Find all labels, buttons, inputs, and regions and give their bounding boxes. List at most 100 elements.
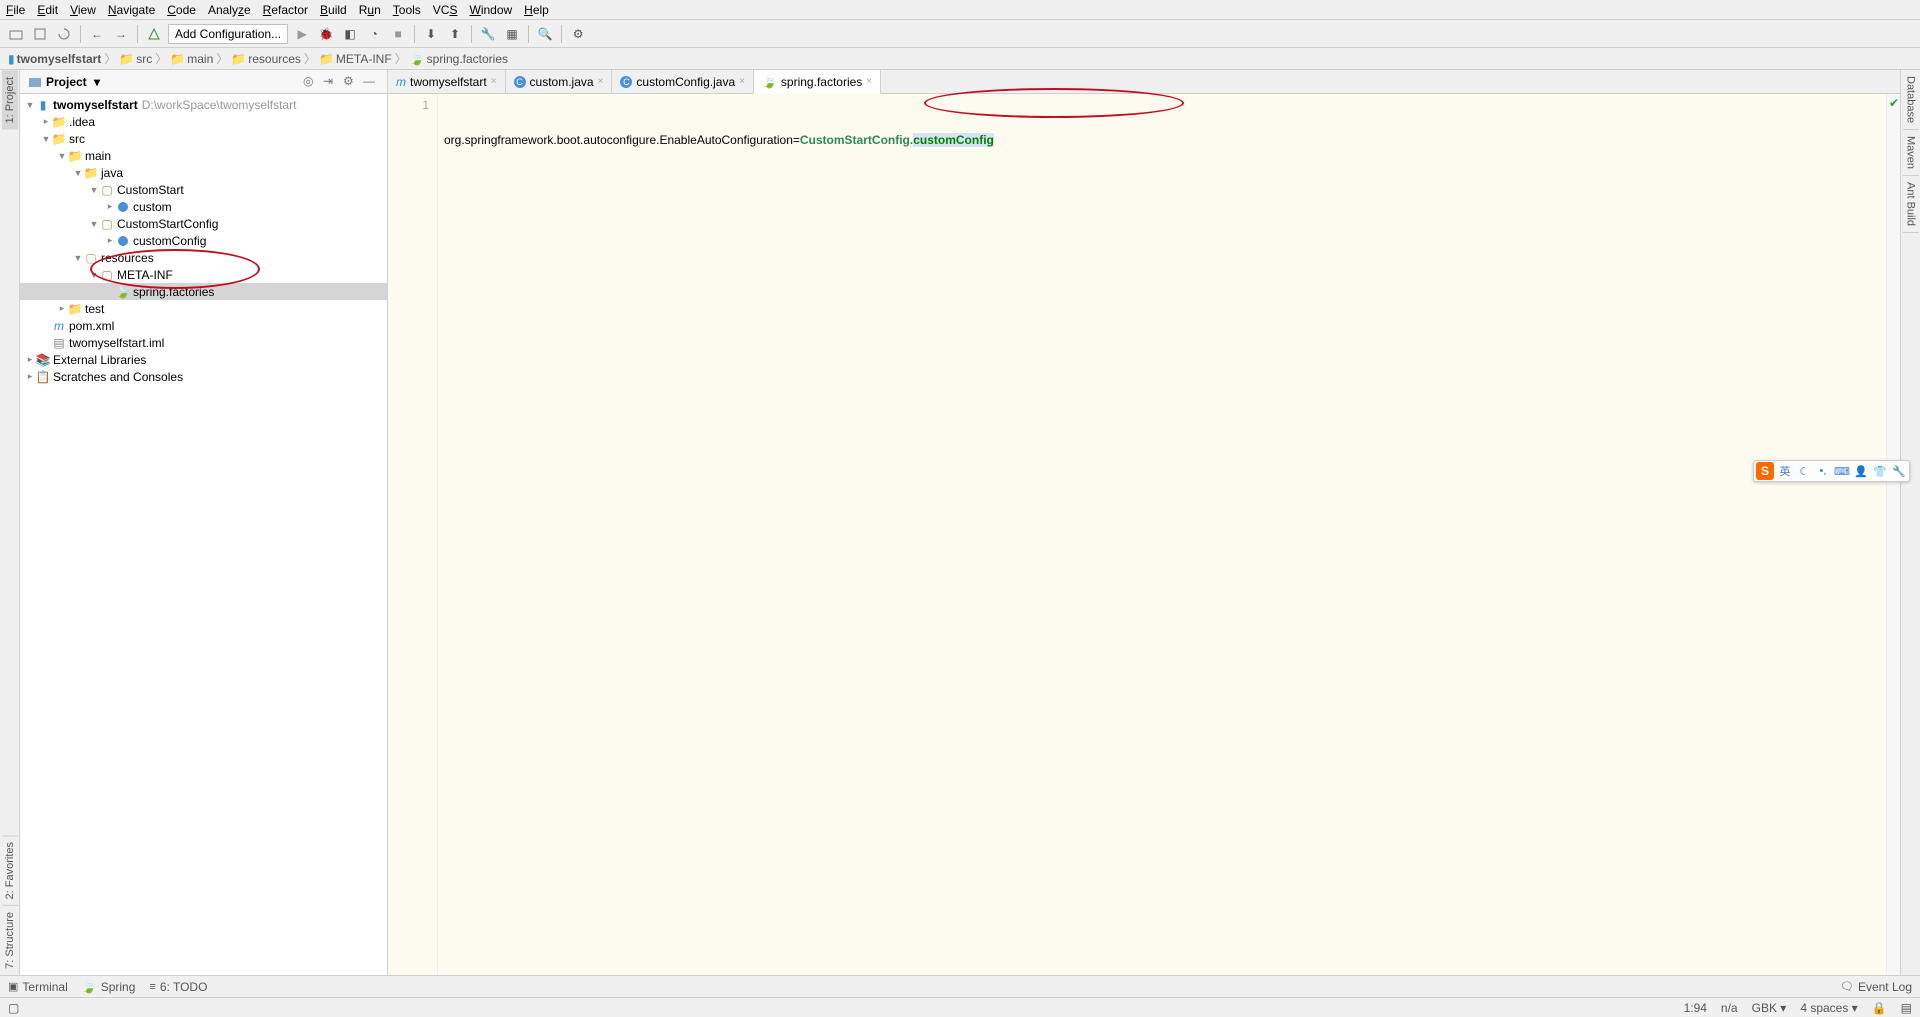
tab-project[interactable]: 1: Project	[2, 70, 18, 129]
crumb-file[interactable]: 🍃spring.factories	[410, 52, 508, 66]
tree-scratches[interactable]: ▸📋Scratches and Consoles	[20, 368, 387, 385]
editor-tab-custom-java[interactable]: C custom.java ×	[506, 70, 613, 93]
collapse-icon[interactable]: ⇥	[323, 74, 339, 90]
target-icon[interactable]: ◎	[303, 74, 319, 90]
project-panel: Project ▾ ◎ ⇥ ⚙ — ▼ ▮ twomyselfstart D:\…	[20, 70, 388, 975]
tab-spring[interactable]: 🍃 Spring	[82, 980, 136, 994]
code-line-1[interactable]: org.springframework.boot.autoconfigure.E…	[444, 130, 1880, 150]
tree-item-CustomStartConfig[interactable]: ▼▢CustomStartConfig	[20, 215, 387, 232]
sogou-logo-icon[interactable]: S	[1756, 462, 1774, 480]
editor-tab-twomyselfstart[interactable]: m twomyselfstart ×	[388, 70, 506, 93]
menu-view[interactable]: View	[70, 3, 96, 17]
tree-root[interactable]: ▼ ▮ twomyselfstart D:\workSpace\twomysel…	[20, 96, 387, 113]
editor-tab-customConfig-java[interactable]: C customConfig.java ×	[612, 70, 754, 93]
refresh-icon[interactable]	[54, 24, 74, 44]
open-icon[interactable]	[6, 24, 26, 44]
status-memory-icon[interactable]: ▤	[1901, 1001, 1912, 1015]
menu-build[interactable]: Build	[320, 3, 347, 17]
tree-item-spring-factories[interactable]: 🍃spring.factories	[20, 283, 387, 300]
close-icon[interactable]: ×	[739, 76, 745, 87]
crumb-src[interactable]: 📁src	[119, 52, 152, 66]
menu-bar: File Edit View Navigate Code Analyze Ref…	[0, 0, 1920, 20]
ime-user-icon[interactable]: 👤	[1853, 463, 1869, 479]
tab-terminal[interactable]: ▣ Terminal	[8, 980, 68, 994]
tab-favorites[interactable]: 2: Favorites	[2, 835, 18, 905]
tab-maven[interactable]: Maven	[1903, 130, 1919, 176]
tree-item-pom-xml[interactable]: mpom.xml	[20, 317, 387, 334]
ime-lang[interactable]: 英	[1777, 463, 1793, 479]
menu-run[interactable]: Run	[359, 3, 381, 17]
status-encoding[interactable]: GBK ▾	[1752, 1001, 1787, 1015]
project-tree[interactable]: ▼ ▮ twomyselfstart D:\workSpace\twomysel…	[20, 94, 387, 975]
tab-database[interactable]: Database	[1903, 70, 1919, 130]
gear-icon[interactable]: ⚙	[343, 74, 359, 90]
menu-navigate[interactable]: Navigate	[108, 3, 155, 17]
code-area[interactable]: org.springframework.boot.autoconfigure.E…	[438, 94, 1886, 975]
crumb-resources[interactable]: 📁resources	[231, 52, 301, 66]
profile-icon[interactable]: ◔	[364, 24, 384, 44]
menu-refactor[interactable]: Refactor	[263, 3, 308, 17]
project-structure-icon[interactable]: ▦	[502, 24, 522, 44]
crumb-metainf[interactable]: 📁META-INF	[319, 52, 392, 66]
menu-tools[interactable]: Tools	[393, 3, 421, 17]
forward-icon[interactable]: →	[111, 24, 131, 44]
run-config-selector[interactable]: Add Configuration...	[168, 24, 288, 44]
back-icon[interactable]: ←	[87, 24, 107, 44]
vcs-commit-icon[interactable]: ⬆	[445, 24, 465, 44]
tab-structure[interactable]: 7: Structure	[2, 905, 18, 975]
tree-item--idea[interactable]: ▸📁.idea	[20, 113, 387, 130]
navigation-breadcrumb: ▮twomyselfstart 〉 📁src 〉 📁main 〉 📁resour…	[0, 48, 1920, 70]
tree-item-src[interactable]: ▼📁src	[20, 130, 387, 147]
ime-settings-icon[interactable]: 🔧	[1891, 463, 1907, 479]
menu-analyze[interactable]: Analyze	[208, 3, 251, 17]
tree-item-main[interactable]: ▼📁main	[20, 147, 387, 164]
settings-icon[interactable]: 🔧	[478, 24, 498, 44]
editor-tab-spring-factories[interactable]: 🍃 spring.factories ×	[754, 70, 881, 94]
tree-item-custom[interactable]: ▸custom	[20, 198, 387, 215]
build-icon[interactable]	[144, 24, 164, 44]
vcs-update-icon[interactable]: ⬇	[421, 24, 441, 44]
debug-icon[interactable]: 🐞	[316, 24, 336, 44]
close-icon[interactable]: ×	[598, 76, 604, 87]
status-icon[interactable]: ▢	[8, 1001, 19, 1015]
status-lock-icon[interactable]: 🔒	[1872, 1001, 1887, 1015]
tab-todo[interactable]: ≡ 6: TODO	[149, 980, 207, 994]
tree-item-twomyselfstart-iml[interactable]: ▤twomyselfstart.iml	[20, 334, 387, 351]
menu-help[interactable]: Help	[524, 3, 549, 17]
ime-punct-icon[interactable]: •,	[1815, 463, 1831, 479]
search-icon[interactable]: 🔍	[535, 24, 555, 44]
crumb-main[interactable]: 📁main	[170, 52, 213, 66]
ime-toolbar[interactable]: S 英 ☾ •, ⌨ 👤 👕 🔧	[1753, 460, 1910, 482]
tree-item-CustomStart[interactable]: ▼▢CustomStart	[20, 181, 387, 198]
right-tool-strip: Database Maven Ant Build	[1900, 70, 1920, 975]
coverage-icon[interactable]: ◧	[340, 24, 360, 44]
ime-keyboard-icon[interactable]: ⌨	[1834, 463, 1850, 479]
menu-file[interactable]: File	[6, 3, 25, 17]
tab-eventlog[interactable]: 🗨 Event Log	[1840, 980, 1912, 994]
tree-item-resources[interactable]: ▼▢resources	[20, 249, 387, 266]
tree-item-META-INF[interactable]: ▼▢META-INF	[20, 266, 387, 283]
sdk-icon[interactable]: ⚙	[568, 24, 588, 44]
project-title[interactable]: Project ▾	[28, 75, 299, 89]
run-icon[interactable]: ▶	[292, 24, 312, 44]
tree-item-java[interactable]: ▼📁java	[20, 164, 387, 181]
status-caret-pos[interactable]: 1:94	[1684, 1001, 1707, 1015]
hide-icon[interactable]: —	[363, 74, 379, 90]
close-icon[interactable]: ×	[866, 76, 872, 87]
menu-window[interactable]: Window	[469, 3, 512, 17]
tab-ant[interactable]: Ant Build	[1903, 176, 1919, 233]
save-icon[interactable]	[30, 24, 50, 44]
close-icon[interactable]: ×	[491, 76, 497, 87]
stop-icon[interactable]: ■	[388, 24, 408, 44]
status-indent[interactable]: 4 spaces ▾	[1800, 1001, 1857, 1015]
code-class1: CustomStartConfig.	[800, 133, 913, 147]
tree-item-customConfig[interactable]: ▸customConfig	[20, 232, 387, 249]
tree-item-test[interactable]: ▸📁test	[20, 300, 387, 317]
tree-external-libs[interactable]: ▸📚External Libraries	[20, 351, 387, 368]
menu-edit[interactable]: Edit	[37, 3, 58, 17]
ime-skin-icon[interactable]: 👕	[1872, 463, 1888, 479]
ime-moon-icon[interactable]: ☾	[1796, 463, 1812, 479]
menu-code[interactable]: Code	[167, 3, 196, 17]
crumb-module[interactable]: ▮twomyselfstart	[8, 52, 101, 66]
menu-vcs[interactable]: VCS	[433, 3, 458, 17]
